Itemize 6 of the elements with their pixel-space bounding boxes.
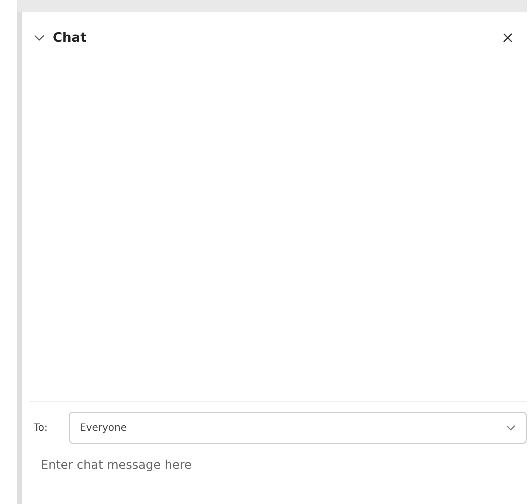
panel-title: Chat [53, 30, 88, 46]
to-label: To: [33, 422, 49, 434]
chevron-icon[interactable] [34, 34, 45, 42]
close-icon[interactable] [503, 33, 513, 43]
caret-icon [506, 425, 516, 431]
recipient-dropdown[interactable]: Everyone [69, 412, 527, 444]
